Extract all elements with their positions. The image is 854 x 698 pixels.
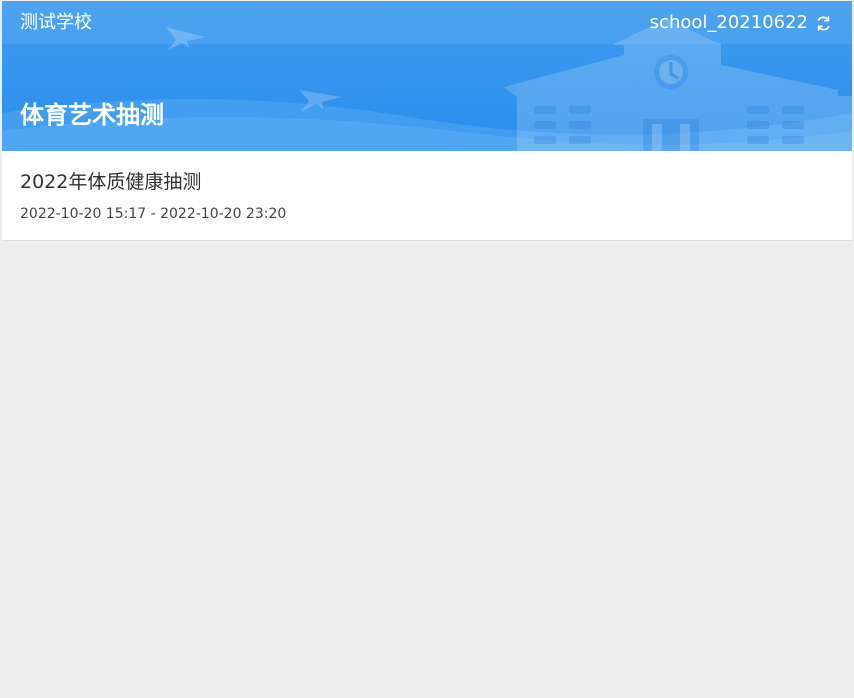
header-banner: 测试学校 school_20210622 体育艺术抽测 bbox=[2, 1, 852, 151]
task-title: 2022年体质健康抽测 bbox=[20, 171, 202, 193]
account-switcher[interactable]: school_20210622 bbox=[650, 12, 832, 34]
task-time-range: 2022-10-20 15:17 - 2022-10-20 23:20 bbox=[20, 206, 287, 222]
account-name: school_20210622 bbox=[649, 12, 808, 33]
task-card-health-test[interactable]: 2022年体质健康抽测 2022-10-20 15:17 - 2022-10-2… bbox=[2, 151, 852, 241]
page-title: 体育艺术抽测 bbox=[20, 101, 164, 130]
app-root: 测试学校 school_20210622 体育艺术抽测 2022年体质健康抽测 … bbox=[0, 0, 854, 698]
school-name: 测试学校 bbox=[20, 12, 92, 33]
refresh-icon[interactable] bbox=[815, 15, 832, 32]
page-frame: 测试学校 school_20210622 体育艺术抽测 2022年体质健康抽测 … bbox=[2, 1, 852, 698]
